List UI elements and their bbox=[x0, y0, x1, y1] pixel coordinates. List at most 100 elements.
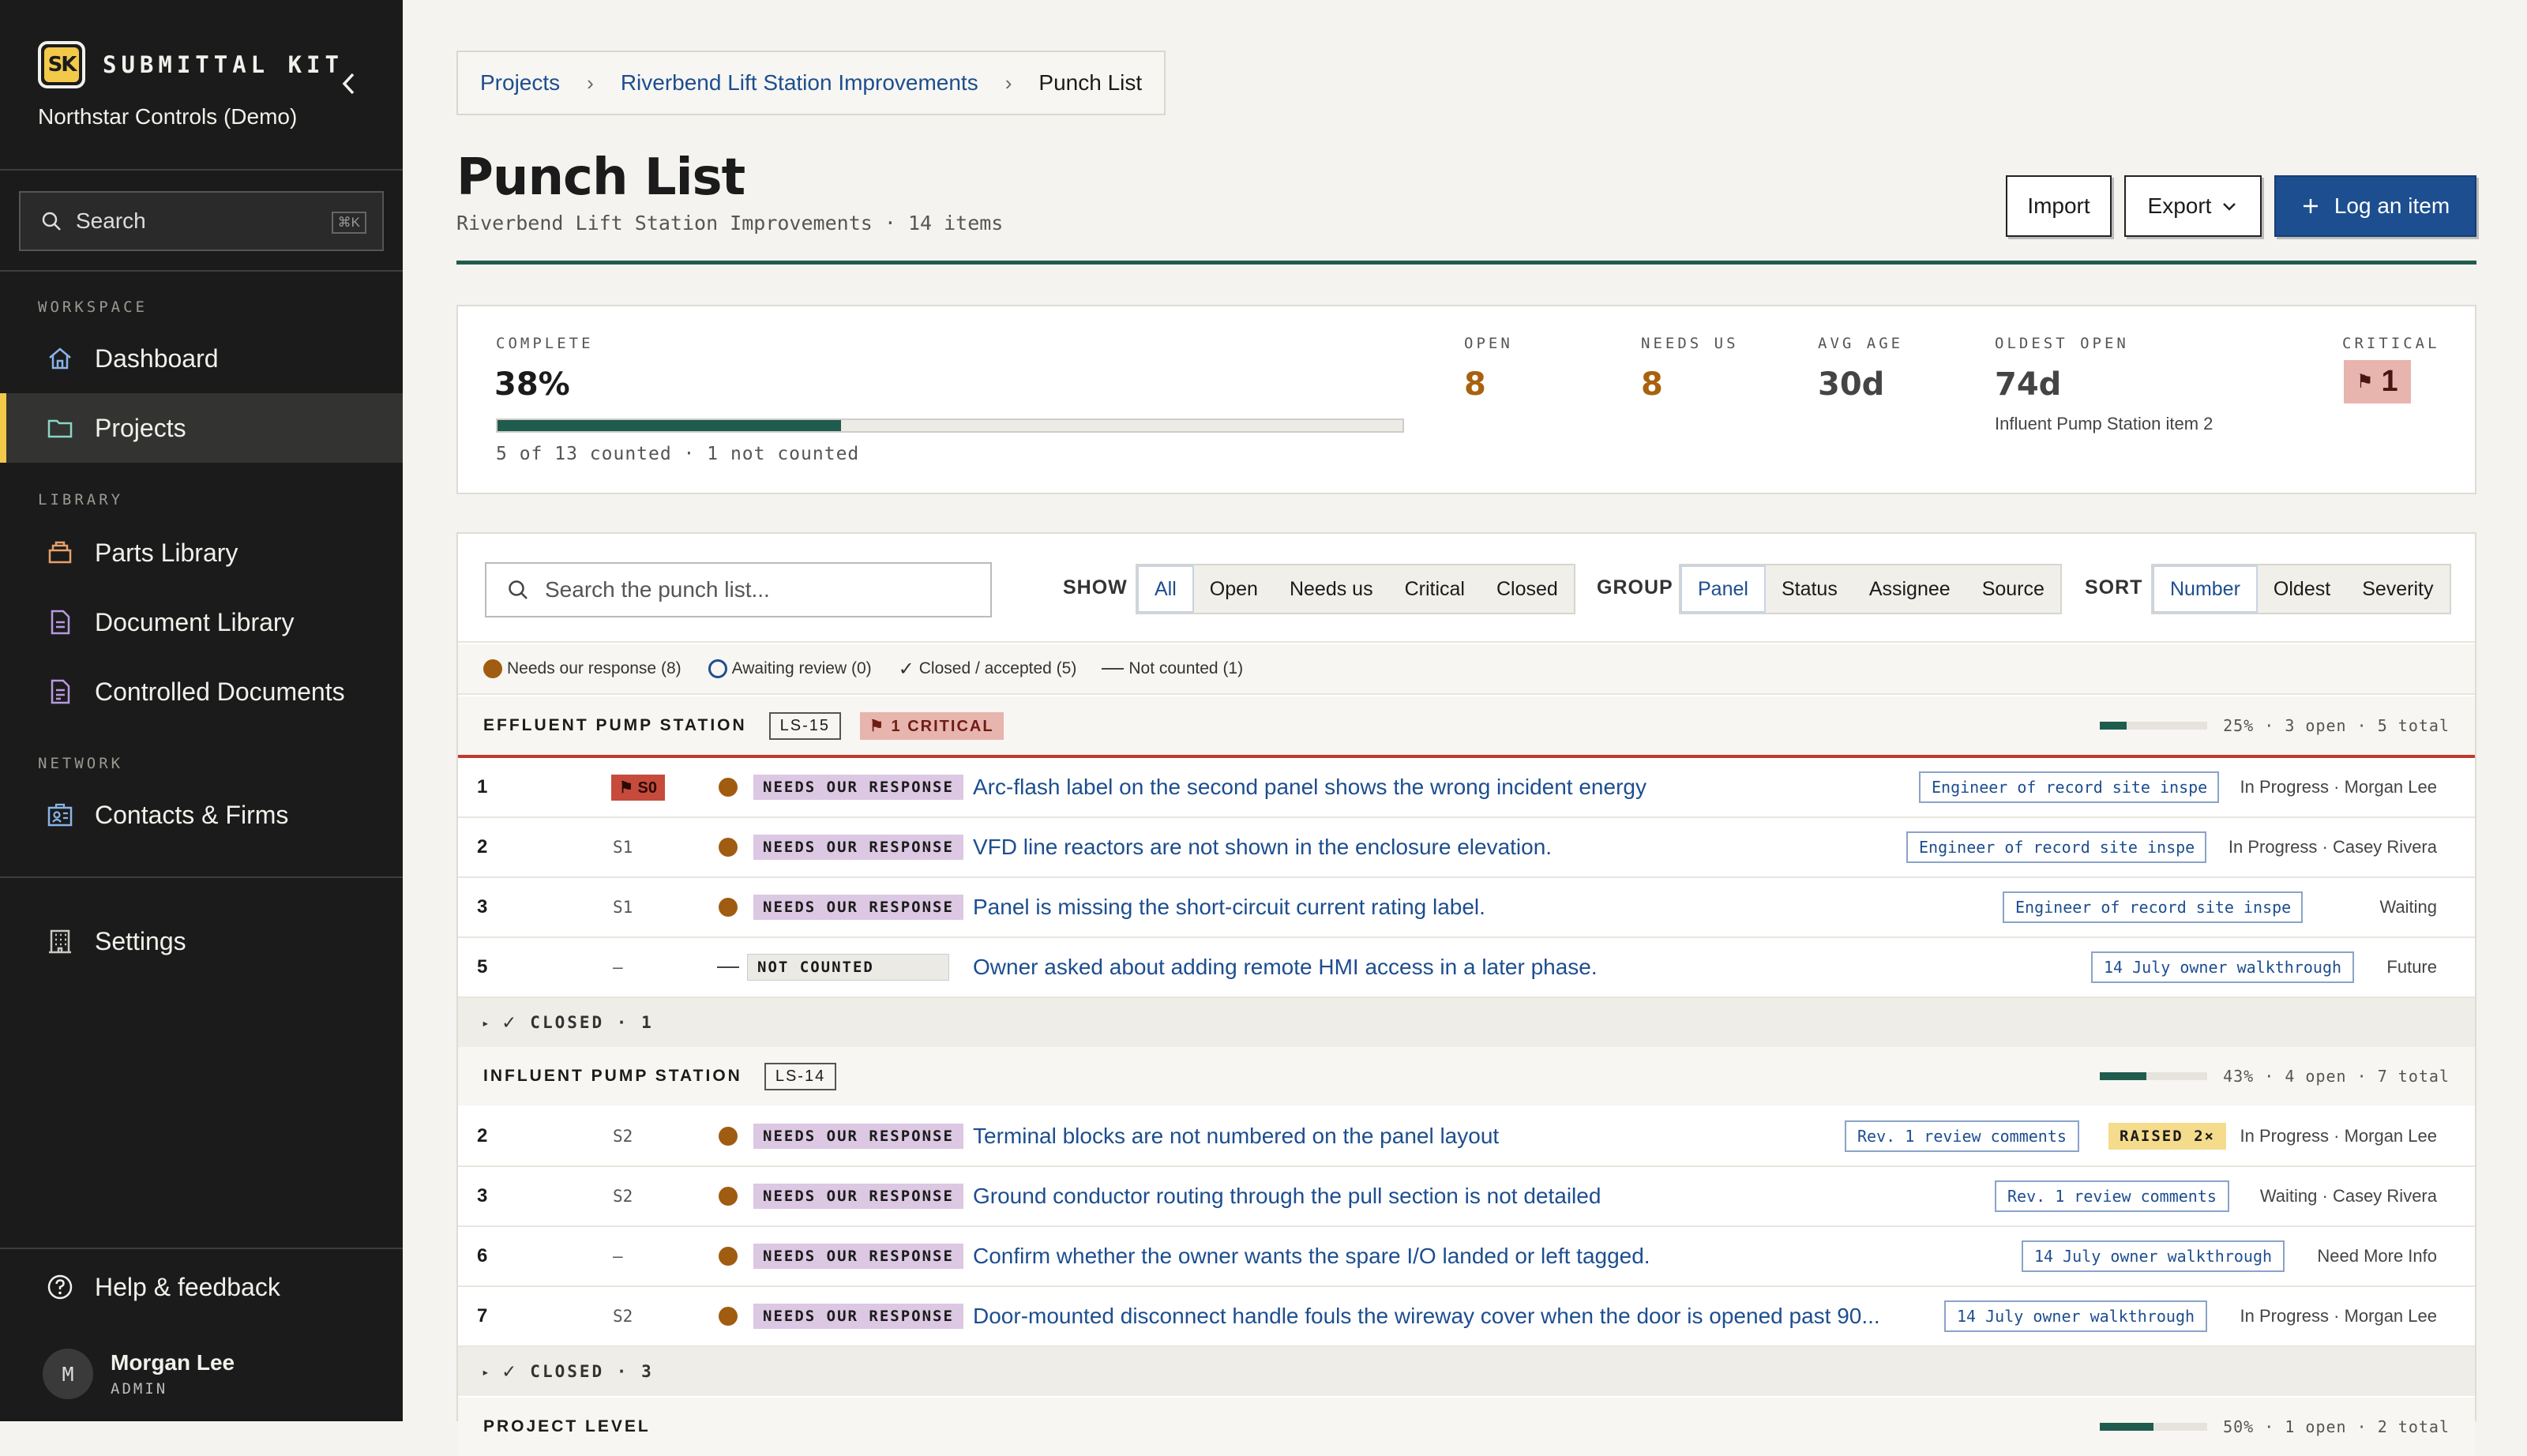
divider bbox=[0, 169, 403, 171]
sidebar-search[interactable]: Search ⌘K bbox=[19, 191, 384, 251]
show-filter-group: All Open Needs us Critical Closed bbox=[1136, 564, 1575, 614]
status-legend: Needs our response (8) Awaiting review (… bbox=[458, 644, 2475, 695]
status-label: NEEDS OUR RESPONSE bbox=[753, 895, 963, 920]
sort-oldest[interactable]: Oldest bbox=[2258, 565, 2346, 613]
source-tag[interactable]: Engineer of record site inspe bbox=[1919, 771, 2219, 803]
sidebar-item-projects[interactable]: Projects bbox=[0, 393, 403, 463]
import-button[interactable]: Import bbox=[2006, 175, 2112, 237]
chevron-right-icon: › bbox=[1004, 70, 1012, 95]
group-header[interactable]: EFFLUENT PUMP STATION LS-15 ⚑ 1 CRITICAL… bbox=[458, 696, 2475, 755]
sidebar-item-dashboard[interactable]: Dashboard bbox=[0, 324, 403, 393]
group-label: GROUP bbox=[1597, 576, 1673, 599]
chevron-right-icon: › bbox=[587, 70, 594, 95]
punch-list-panel: Search the punch list... SHOW All Open N… bbox=[456, 532, 2476, 1456]
show-critical[interactable]: Critical bbox=[1389, 565, 1481, 613]
show-all[interactable]: All bbox=[1137, 565, 1194, 613]
sidebar-item-controlled-documents[interactable]: Controlled Documents bbox=[0, 657, 403, 726]
complete-note: 5 of 13 counted · 1 not counted bbox=[496, 444, 860, 464]
closed-toggle[interactable]: ▸ ✓ CLOSED · 1 bbox=[458, 998, 2475, 1047]
group-status[interactable]: Status bbox=[1766, 565, 1853, 613]
table-row[interactable]: 5 – NOT COUNTED Owner asked about adding… bbox=[458, 938, 2475, 998]
search-shortcut: ⌘K bbox=[331, 212, 366, 234]
source-tag[interactable]: Rev. 1 review comments bbox=[1995, 1180, 2229, 1212]
severity-label: S2 bbox=[613, 1127, 633, 1146]
status-label: NEEDS OUR RESPONSE bbox=[753, 835, 963, 860]
chevron-down-icon bbox=[2223, 203, 2236, 211]
flag-icon: ⚑ bbox=[2356, 371, 2374, 392]
item-title-link[interactable]: Door-mounted disconnect handle fouls the… bbox=[973, 1304, 1880, 1329]
export-button[interactable]: Export bbox=[2124, 175, 2262, 237]
item-title-link[interactable]: Confirm whether the owner wants the spar… bbox=[973, 1244, 1650, 1269]
table-row[interactable]: 2 S2 NEEDS OUR RESPONSE Terminal blocks … bbox=[458, 1107, 2475, 1167]
punch-search-input[interactable]: Search the punch list... bbox=[485, 562, 992, 617]
document-icon bbox=[46, 608, 74, 636]
group-name: PROJECT LEVEL bbox=[483, 1417, 651, 1435]
user-role: ADMIN bbox=[111, 1380, 168, 1398]
item-title-link[interactable]: Owner asked about adding remote HMI acce… bbox=[973, 955, 1598, 980]
table-row[interactable]: 3 S1 NEEDS OUR RESPONSE Panel is missing… bbox=[458, 878, 2475, 938]
item-title-link[interactable]: VFD line reactors are not shown in the e… bbox=[973, 835, 1552, 860]
assignee: Future bbox=[2386, 957, 2437, 977]
source-tag[interactable]: 14 July owner walkthrough bbox=[2022, 1240, 2285, 1272]
show-needs-us[interactable]: Needs us bbox=[1274, 565, 1389, 613]
item-title-link[interactable]: Ground conductor routing through the pul… bbox=[973, 1184, 1601, 1209]
brand[interactable]: SK SUBMITTAL KIT bbox=[38, 41, 344, 88]
table-row[interactable]: 3 S2 NEEDS OUR RESPONSE Ground conductor… bbox=[458, 1167, 2475, 1227]
table-row[interactable]: 6 – NEEDS OUR RESPONSE Confirm whether t… bbox=[458, 1227, 2475, 1287]
sidebar-item-label: Parts Library bbox=[95, 538, 238, 567]
group-assignee[interactable]: Assignee bbox=[1853, 565, 1966, 613]
closed-toggle[interactable]: ▸ ✓ CLOSED · 3 bbox=[458, 1347, 2475, 1396]
legend-label: Closed / accepted (5) bbox=[918, 659, 1077, 677]
item-title-link[interactable]: Arc-flash label on the second panel show… bbox=[973, 775, 1646, 800]
group-progress-fill bbox=[2100, 722, 2127, 730]
sidebar-item-help[interactable]: Help & feedback bbox=[0, 1252, 403, 1322]
breadcrumb-project[interactable]: Riverbend Lift Station Improvements bbox=[621, 70, 978, 96]
group-header[interactable]: INFLUENT PUMP STATION LS-14 43% · 4 open… bbox=[458, 1047, 2475, 1105]
complete-progress-bar bbox=[496, 418, 1404, 433]
breadcrumb-projects[interactable]: Projects bbox=[480, 70, 560, 96]
source-tag[interactable]: Engineer of record site inspe bbox=[1906, 831, 2206, 863]
sort-severity[interactable]: Severity bbox=[2346, 565, 2449, 613]
sidebar-item-parts[interactable]: Parts Library bbox=[0, 518, 403, 587]
raised-badge: RAISED 2× bbox=[2108, 1123, 2226, 1150]
source-tag[interactable]: Engineer of record site inspe bbox=[2003, 891, 2303, 923]
user-profile[interactable]: M Morgan Lee ADMIN bbox=[43, 1349, 235, 1399]
table-row[interactable]: 2 S1 NEEDS OUR RESPONSE VFD line reactor… bbox=[458, 818, 2475, 878]
section-library: LIBRARY bbox=[38, 491, 124, 508]
show-closed[interactable]: Closed bbox=[1481, 565, 1574, 613]
item-title-link[interactable]: Terminal blocks are not numbered on the … bbox=[973, 1124, 1499, 1149]
table-row[interactable]: 7 S2 NEEDS OUR RESPONSE Door-mounted dis… bbox=[458, 1287, 2475, 1347]
needs-dot-icon bbox=[719, 778, 738, 797]
log-item-label: Log an item bbox=[2334, 193, 2450, 218]
sidebar-item-contacts[interactable]: Contacts & Firms bbox=[0, 780, 403, 850]
log-item-button[interactable]: Log an item bbox=[2274, 175, 2476, 237]
sidebar-item-documents[interactable]: Document Library bbox=[0, 587, 403, 657]
source-tag[interactable]: 14 July owner walkthrough bbox=[1944, 1300, 2208, 1332]
status-label: NOT COUNTED bbox=[747, 954, 949, 981]
help-icon bbox=[46, 1273, 74, 1301]
item-number: 3 bbox=[477, 896, 488, 918]
severity-label: S1 bbox=[613, 838, 633, 857]
stat-label: OLDEST OPEN bbox=[1995, 335, 2129, 352]
group-name: INFLUENT PUMP STATION bbox=[483, 1067, 742, 1085]
legend-closed: ✓ Closed / accepted (5) bbox=[899, 658, 1077, 681]
stat-critical-badge: ⚑ 1 bbox=[2344, 360, 2411, 403]
collapse-sidebar-button[interactable] bbox=[335, 69, 363, 98]
show-label: SHOW bbox=[1063, 576, 1128, 599]
show-open[interactable]: Open bbox=[1194, 565, 1274, 613]
sort-number[interactable]: Number bbox=[2153, 565, 2258, 613]
status-badge: NOT COUNTED bbox=[717, 954, 949, 981]
severity-label: – bbox=[613, 1247, 623, 1266]
legend-label: Needs our response (8) bbox=[507, 659, 682, 677]
group-header[interactable]: PROJECT LEVEL 50% · 1 open · 2 total bbox=[458, 1398, 2475, 1456]
source-tag[interactable]: Rev. 1 review comments bbox=[1845, 1120, 2079, 1152]
source-tag[interactable]: 14 July owner walkthrough bbox=[2091, 951, 2355, 983]
sidebar-item-settings[interactable]: Settings bbox=[0, 906, 403, 976]
group-panel[interactable]: Panel bbox=[1680, 565, 1766, 613]
group-progress-fill bbox=[2100, 1423, 2154, 1431]
table-row[interactable]: 1 ⚑ S0 NEEDS OUR RESPONSE Arc-flash labe… bbox=[458, 758, 2475, 818]
item-title-link[interactable]: Panel is missing the short-circuit curre… bbox=[973, 895, 1485, 920]
group-source[interactable]: Source bbox=[1966, 565, 2060, 613]
legend-not-counted: Not counted (1) bbox=[1102, 659, 1243, 678]
sidebar-item-label: Help & feedback bbox=[95, 1272, 280, 1301]
